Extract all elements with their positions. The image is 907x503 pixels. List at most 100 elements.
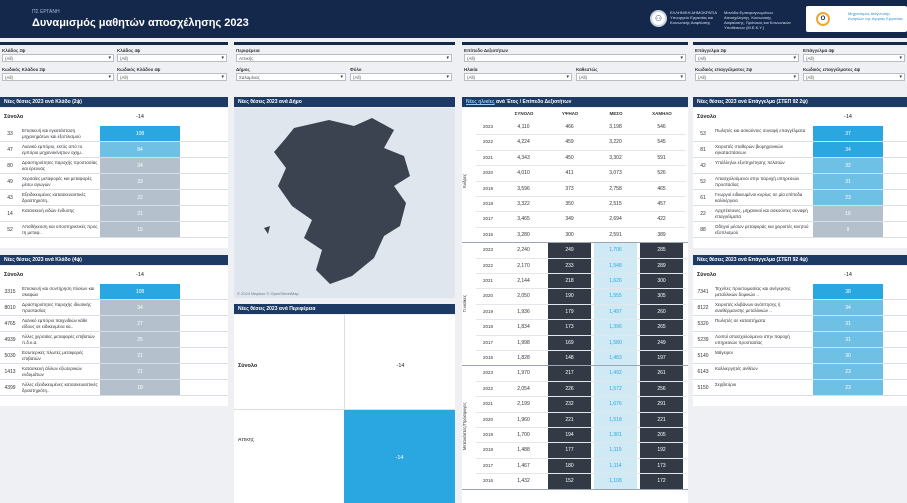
edu-value-cell[interactable]: 177: [548, 443, 591, 458]
edu-value-cell[interactable]: 180: [548, 458, 591, 474]
municipality-map[interactable]: © 2024 Mapbox © OpenStreetMap: [234, 108, 455, 298]
row-value-cell[interactable]: 18: [100, 380, 180, 395]
table-row[interactable]: 88 Οδηγοί μέσων μεταφοράς και χειριστές κ…: [693, 222, 907, 238]
table-row[interactable]: 42 Υπάλληλοι εξυπηρέτησης πελατών 32: [693, 158, 907, 174]
skill-level-select[interactable]: (All): [464, 54, 686, 62]
table-row[interactable]: 5150 Σερβιτόροι 23: [693, 380, 907, 396]
edu-value-cell[interactable]: 3,596: [502, 181, 545, 196]
edu-value-cell[interactable]: 256: [640, 381, 683, 397]
edu-value-cell[interactable]: 1,488: [502, 443, 545, 458]
edu-value-cell[interactable]: 1,580: [594, 335, 637, 350]
edu-value-cell[interactable]: 1,108: [594, 474, 637, 489]
edu-value-cell[interactable]: 173: [548, 320, 591, 335]
row-value-cell[interactable]: 23: [813, 190, 883, 205]
region-row-label[interactable]: Αττικής: [238, 438, 254, 444]
edu-value-cell[interactable]: 459: [548, 135, 591, 150]
row-value-cell[interactable]: 21: [100, 364, 180, 379]
edu-value-cell[interactable]: 205: [640, 428, 683, 443]
edu-value-cell[interactable]: 2,144: [502, 274, 545, 289]
edu-value-cell[interactable]: 192: [640, 443, 683, 458]
edu-value-cell[interactable]: 3,465: [502, 212, 545, 227]
edu-value-cell[interactable]: 545: [640, 135, 683, 150]
sector-code-4d-select[interactable]: (All): [117, 73, 227, 81]
edu-value-cell[interactable]: 249: [640, 335, 683, 350]
table-row[interactable]: 4939 Άλλες χερσαίες μεταφορές επιβατών π.…: [0, 332, 228, 348]
edu-value-cell[interactable]: 197: [640, 351, 683, 366]
edu-value-cell[interactable]: 265: [640, 320, 683, 335]
region-row-cell[interactable]: -14: [344, 410, 455, 503]
municipality-select[interactable]: Σαλαμίνας: [236, 73, 346, 81]
table-row[interactable]: 6143 Καλλιεργητές ανθέων 23: [693, 364, 907, 380]
edu-value-cell[interactable]: 2,054: [502, 381, 545, 397]
edu-value-cell[interactable]: 4,343: [502, 150, 545, 166]
edu-value-cell[interactable]: 2,240: [502, 243, 545, 258]
edu-value-cell[interactable]: 190: [548, 289, 591, 304]
edu-value-cell[interactable]: 1,492: [594, 366, 637, 381]
row-value-cell[interactable]: 108: [100, 284, 180, 299]
edu-value-cell[interactable]: 233: [548, 258, 591, 273]
edu-value-cell[interactable]: 172: [640, 474, 683, 489]
edu-value-cell[interactable]: 3,302: [594, 150, 637, 166]
row-value-cell[interactable]: 23: [813, 364, 883, 379]
edu-value-cell[interactable]: 591: [640, 150, 683, 166]
row-value-cell[interactable]: 27: [100, 316, 180, 331]
edu-value-cell[interactable]: 152: [548, 474, 591, 489]
table-row[interactable]: 5030 Εσωτερικές πλωτές μεταφορές επιβατών…: [0, 348, 228, 364]
edu-value-cell[interactable]: 1,548: [594, 258, 637, 273]
row-value-cell[interactable]: 30: [813, 348, 883, 363]
row-value-cell[interactable]: 34: [813, 300, 883, 315]
row-value-cell[interactable]: 31: [813, 316, 883, 331]
edu-value-cell[interactable]: 221: [640, 412, 683, 427]
row-value-cell[interactable]: 9: [813, 222, 883, 237]
edu-value-cell[interactable]: 232: [548, 397, 591, 412]
edu-value-cell[interactable]: 1,119: [594, 443, 637, 458]
row-value-cell[interactable]: 108: [100, 126, 180, 141]
occupation-2d-select[interactable]: (All): [695, 54, 799, 62]
edu-value-cell[interactable]: 300: [640, 274, 683, 289]
row-value-cell[interactable]: 25: [100, 332, 180, 347]
table-row[interactable]: 80 Δραστηριότητες παροχής προστασίας και …: [0, 158, 228, 174]
edu-value-cell[interactable]: 194: [548, 428, 591, 443]
edu-value-cell[interactable]: 2,591: [594, 227, 637, 243]
edu-value-cell[interactable]: 1,483: [594, 351, 637, 366]
edu-value-cell[interactable]: 1,572: [594, 381, 637, 397]
sector-4d-select[interactable]: (All): [117, 54, 227, 62]
edu-value-cell[interactable]: 217: [548, 366, 591, 381]
row-value-cell[interactable]: 37: [813, 126, 883, 141]
edu-value-cell[interactable]: 226: [548, 381, 591, 397]
table-row[interactable]: 52 Απασχολούμενοι στην παροχή υπηρεσιών π…: [693, 174, 907, 190]
row-value-cell[interactable]: 38: [813, 284, 883, 299]
edu-value-cell[interactable]: 1,432: [502, 474, 545, 489]
row-value-cell[interactable]: 34: [100, 158, 180, 173]
edu-value-cell[interactable]: 1,970: [502, 366, 545, 381]
table-row[interactable]: 33 Επισκευή και εγκατάσταση μηχανημάτων κ…: [0, 126, 228, 142]
age-select[interactable]: (All): [464, 73, 572, 81]
sector-code-2d-select[interactable]: (All): [2, 73, 114, 81]
edu-value-cell[interactable]: 466: [548, 120, 591, 135]
row-value-cell[interactable]: 31: [813, 332, 883, 347]
edu-value-cell[interactable]: 1,828: [502, 351, 545, 366]
edu-value-cell[interactable]: 1,518: [594, 412, 637, 427]
education-title-link[interactable]: Νέες ηλικίες: [466, 99, 495, 105]
edu-value-cell[interactable]: 350: [548, 197, 591, 212]
edu-value-cell[interactable]: 1,706: [594, 243, 637, 258]
table-row[interactable]: 81 Χειριστές σταθερών βιομηχανικών εγκατα…: [693, 142, 907, 158]
row-value-cell[interactable]: 21: [100, 206, 180, 221]
table-row[interactable]: 5239 Λοιποί απασχολούμενοι στην παροχή υπ…: [693, 332, 907, 348]
edu-value-cell[interactable]: 349: [548, 212, 591, 227]
row-value-cell[interactable]: 31: [813, 174, 883, 189]
edu-value-cell[interactable]: 2,199: [502, 397, 545, 412]
table-row[interactable]: 8122 Χειριστές κλιβάνων ανόπτησης ή αναθέ…: [693, 300, 907, 316]
edu-value-cell[interactable]: 1,676: [594, 397, 637, 412]
table-row[interactable]: 5320 Πωλητές σε καταστήματα 31: [693, 316, 907, 332]
edu-value-cell[interactable]: 1,834: [502, 320, 545, 335]
table-row[interactable]: 5140 Μάγειροι 30: [693, 348, 907, 364]
edu-value-cell[interactable]: 422: [640, 212, 683, 227]
edu-value-cell[interactable]: 2,515: [594, 197, 637, 212]
edu-value-cell[interactable]: 4,224: [502, 135, 545, 150]
edu-value-cell[interactable]: 261: [640, 366, 683, 381]
edu-value-cell[interactable]: 285: [640, 243, 683, 258]
edu-value-cell[interactable]: 1,301: [594, 428, 637, 443]
edu-value-cell[interactable]: 3,220: [594, 135, 637, 150]
table-row[interactable]: 22 Αρχιτέκτονες, μηχανικοί και ασκούντες …: [693, 206, 907, 222]
